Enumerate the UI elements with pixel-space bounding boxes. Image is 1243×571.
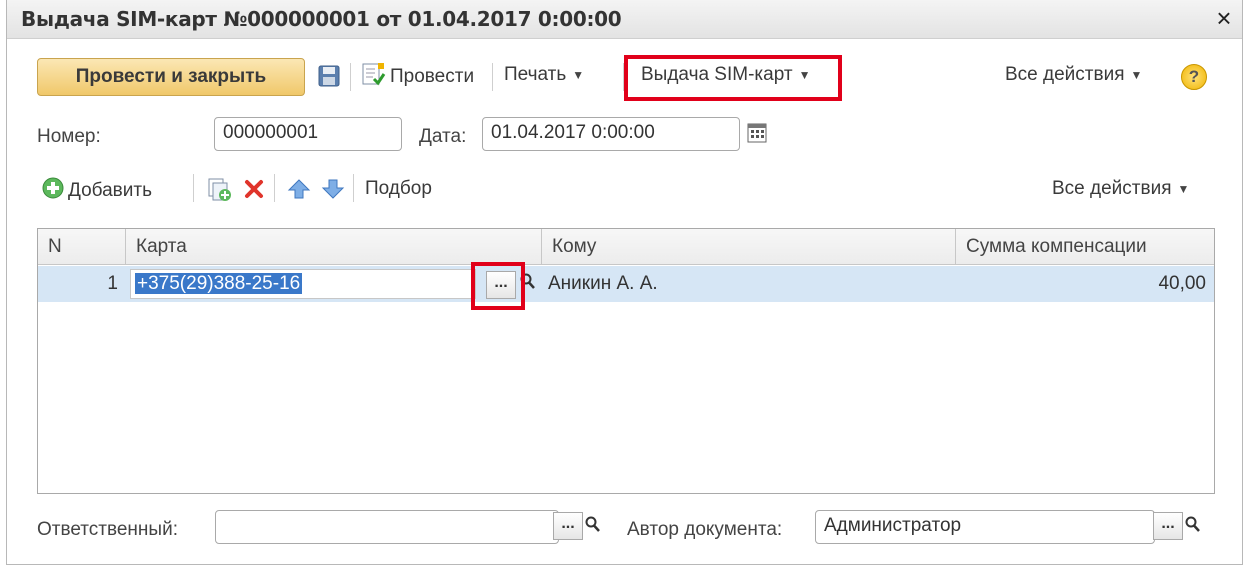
highlight-box bbox=[471, 262, 525, 310]
author-select-button[interactable]: ... bbox=[1153, 512, 1183, 540]
delete-x-icon[interactable] bbox=[243, 178, 265, 206]
move-up-arrow-icon[interactable] bbox=[287, 178, 311, 206]
post-document-icon bbox=[360, 61, 386, 93]
copy-row-icon[interactable] bbox=[206, 176, 232, 208]
highlight-box bbox=[624, 55, 842, 101]
card-input[interactable]: +375(29)388-25-16 bbox=[130, 269, 476, 299]
all-actions-menu-button[interactable]: Все действия ▼ bbox=[1005, 64, 1142, 86]
author-label: Автор документа: bbox=[627, 519, 783, 540]
move-down-arrow-icon[interactable] bbox=[321, 178, 345, 206]
responsible-label: Ответственный: bbox=[37, 519, 178, 540]
toolbar-divider bbox=[274, 174, 275, 202]
date-field[interactable]: 01.04.2017 0:00:00 bbox=[482, 117, 740, 151]
column-header-compensation[interactable]: Сумма компенсации bbox=[956, 229, 1214, 265]
toolbar-divider bbox=[353, 174, 354, 202]
toolbar-divider bbox=[350, 63, 351, 91]
document-window: Выдача SIM-карт №000000001 от 01.04.2017… bbox=[6, 0, 1243, 565]
recipient-cell[interactable]: Аникин А. А. bbox=[548, 266, 948, 302]
chevron-down-icon: ▼ bbox=[572, 68, 585, 82]
column-header-recipient[interactable]: Кому bbox=[542, 229, 956, 265]
print-label: Печать bbox=[504, 64, 567, 85]
number-field[interactable]: 000000001 bbox=[214, 117, 402, 151]
add-label: Добавить bbox=[68, 180, 152, 201]
column-header-card[interactable]: Карта bbox=[126, 229, 542, 265]
chevron-down-icon: ▼ bbox=[1177, 182, 1190, 196]
number-label: Номер: bbox=[37, 126, 101, 147]
add-row-button[interactable]: Добавить bbox=[41, 176, 152, 206]
table-row[interactable]: 1 +375(29)388-25-16 ... Аникин А. А. 40,… bbox=[38, 266, 1214, 302]
print-menu-button[interactable]: Печать ▼ bbox=[504, 64, 584, 86]
toolbar-divider bbox=[492, 63, 493, 91]
window-title: Выдача SIM-карт №000000001 от 01.04.2017… bbox=[21, 7, 622, 31]
chevron-down-icon: ▼ bbox=[1130, 68, 1143, 82]
compensation-cell[interactable]: 40,00 bbox=[956, 266, 1214, 302]
close-icon[interactable]: × bbox=[1210, 4, 1238, 32]
help-icon[interactable]: ? bbox=[1181, 64, 1207, 90]
sim-issue-table: N Карта Кому Сумма компенсации 1 +375(29… bbox=[37, 228, 1215, 494]
title-bar: Выдача SIM-карт №000000001 от 01.04.2017… bbox=[7, 0, 1242, 39]
pick-button[interactable]: Подбор bbox=[365, 178, 432, 200]
date-label: Дата: bbox=[419, 126, 467, 147]
magnifier-icon[interactable] bbox=[1185, 516, 1201, 539]
all-actions-label: Все действия bbox=[1005, 64, 1125, 85]
floppy-disk-icon[interactable] bbox=[317, 64, 341, 94]
post-button-label: Провести bbox=[390, 66, 475, 87]
post-button[interactable]: Провести bbox=[360, 61, 474, 93]
table-all-actions-label: Все действия bbox=[1052, 178, 1172, 199]
author-field[interactable]: Администратор bbox=[815, 510, 1155, 544]
responsible-select-button[interactable]: ... bbox=[553, 512, 583, 540]
table-all-actions-menu-button[interactable]: Все действия ▼ bbox=[1052, 178, 1189, 200]
responsible-field[interactable] bbox=[215, 510, 559, 544]
magnifier-icon[interactable] bbox=[585, 516, 601, 539]
card-value: +375(29)388-25-16 bbox=[135, 273, 303, 294]
calendar-icon[interactable] bbox=[745, 121, 769, 151]
column-header-n[interactable]: N bbox=[38, 229, 126, 265]
add-circle-icon bbox=[41, 176, 65, 206]
toolbar-divider bbox=[193, 174, 194, 202]
row-number: 1 bbox=[107, 273, 118, 294]
post-and-close-button[interactable]: Провести и закрыть bbox=[37, 58, 305, 96]
